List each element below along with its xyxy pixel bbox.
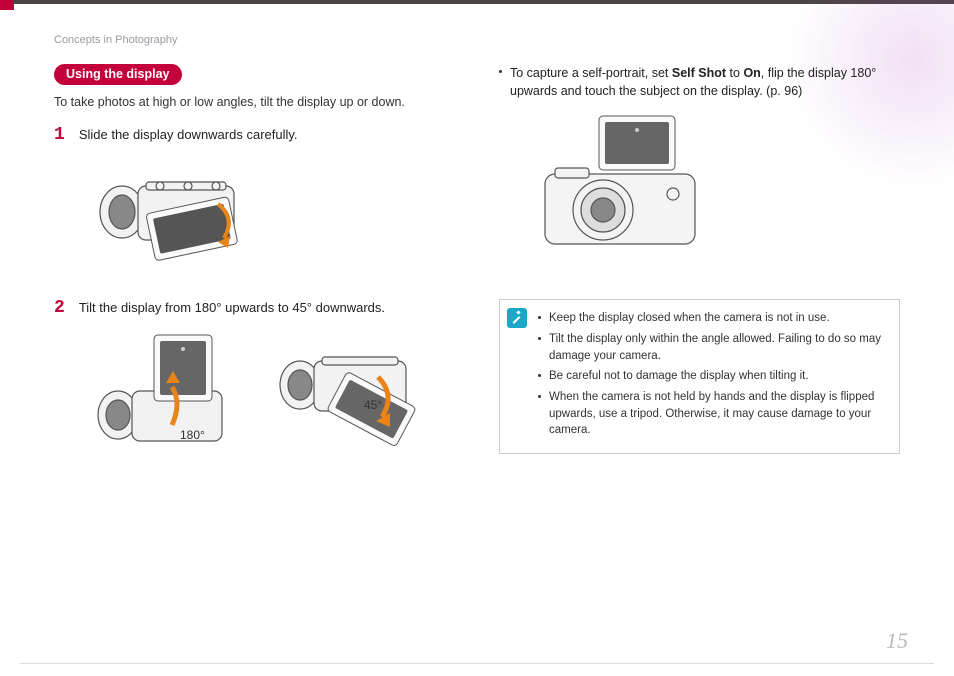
section-heading: Using the display	[54, 64, 182, 85]
self-shot-tip: To capture a self-portrait, set Self Sho…	[499, 64, 900, 100]
note-text: Keep the display closed when the camera …	[549, 310, 830, 327]
step-number: 1	[54, 126, 65, 144]
camera-slide-down-illustration	[88, 156, 258, 276]
intro-text: To take photos at high or low angles, ti…	[54, 95, 455, 109]
page-number: 15	[886, 628, 908, 654]
text-fragment: to	[726, 66, 743, 80]
bullet-icon	[538, 337, 541, 340]
page-footer-line	[20, 663, 934, 664]
bold-on: On	[743, 66, 760, 80]
camera-selfshot-illustration	[525, 110, 715, 270]
content-columns: Using the display To take photos at high…	[54, 64, 900, 493]
note-item: When the camera is not held by hands and…	[538, 389, 885, 439]
bullet-icon	[538, 316, 541, 319]
figure-selfshot	[525, 110, 900, 275]
note-text: When the camera is not held by hands and…	[549, 389, 885, 439]
note-icon-cell	[500, 300, 534, 453]
angle-label-180: 180°	[180, 428, 205, 442]
bold-selfshot: Self Shot	[672, 66, 726, 80]
bullet-icon	[499, 70, 502, 73]
note-item: Tilt the display only within the angle a…	[538, 331, 885, 364]
breadcrumb: Concepts in Photography	[54, 34, 178, 46]
note-text: Tilt the display only within the angle a…	[549, 331, 885, 364]
note-item: Be careful not to damage the display whe…	[538, 368, 885, 385]
self-shot-text: To capture a self-portrait, set Self Sho…	[510, 64, 900, 100]
text-fragment: To capture a self-portrait, set	[510, 66, 672, 80]
figure-step1	[88, 156, 455, 276]
note-body: Keep the display closed when the camera …	[534, 300, 899, 453]
note-icon	[507, 308, 527, 328]
step-text: Tilt the display from 180° upwards to 45…	[79, 300, 385, 315]
note-box: Keep the display closed when the camera …	[499, 299, 900, 454]
bullet-icon	[538, 395, 541, 398]
page-top-border	[0, 0, 954, 4]
note-item: Keep the display closed when the camera …	[538, 310, 885, 327]
camera-tilt-45-illustration: 45°	[268, 329, 428, 459]
bullet-icon	[538, 374, 541, 377]
figure-step2: 180° 45°	[88, 329, 455, 469]
note-text: Be careful not to damage the display whe…	[549, 368, 809, 385]
camera-tilt-180-illustration: 180°	[88, 329, 238, 469]
right-column: To capture a self-portrait, set Self Sho…	[499, 64, 900, 493]
angle-label-45: 45°	[364, 398, 382, 412]
step-2: 2 Tilt the display from 180° upwards to …	[54, 300, 455, 317]
left-column: Using the display To take photos at high…	[54, 64, 455, 493]
step-1: 1 Slide the display downwards carefully.	[54, 127, 455, 144]
step-number: 2	[54, 299, 65, 317]
step-text: Slide the display downwards carefully.	[79, 127, 298, 142]
